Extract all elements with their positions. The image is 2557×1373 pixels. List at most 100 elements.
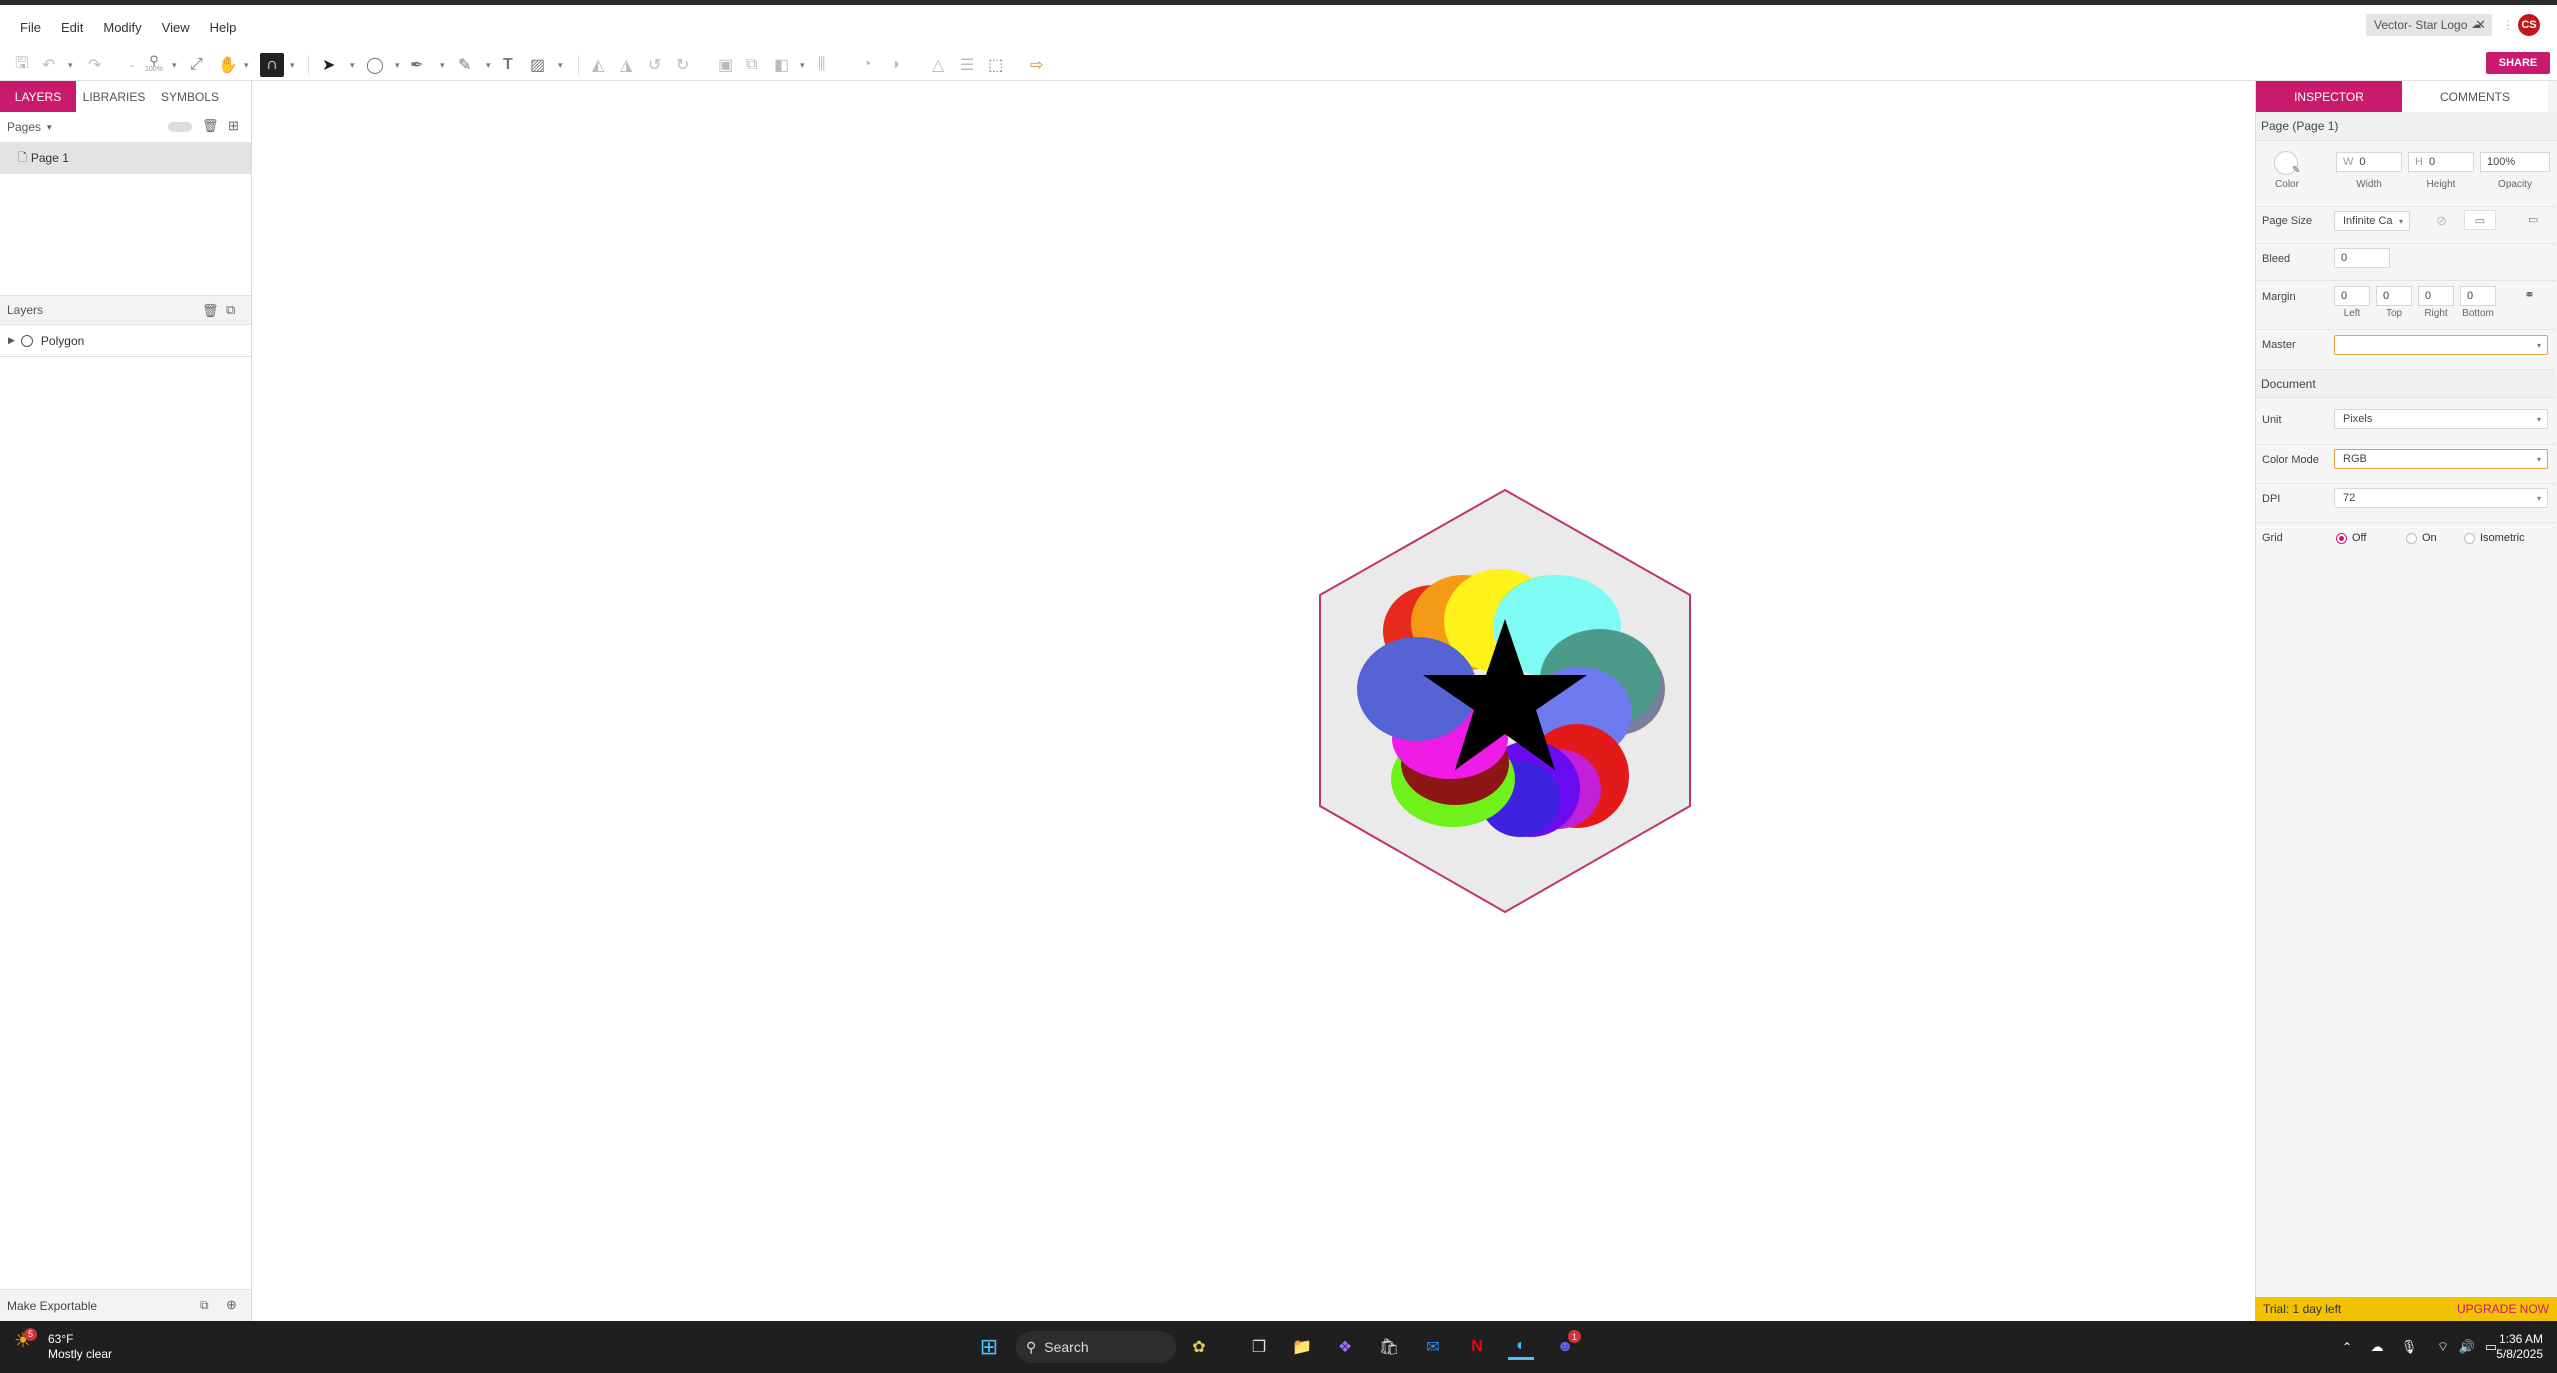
upgrade-link[interactable]: UPGRADE NOW [2457,1302,2549,1316]
wifi-icon[interactable]: ⌔ [2430,1334,2456,1360]
task-view-icon[interactable]: ❐ [1246,1334,1272,1360]
menu-edit[interactable]: Edit [61,20,83,35]
text-tool-icon[interactable]: T [503,53,513,77]
eyedropper-icon[interactable]: ✎ [2292,165,2300,176]
menu-view[interactable]: View [162,20,190,35]
distribute-icon[interactable]: ☰ [960,53,974,77]
file-explorer-icon[interactable]: 📁 [1289,1334,1315,1360]
group-icon[interactable]: ▣ [718,53,733,77]
chevron-down-icon[interactable]: ▾ [47,122,52,133]
zoom-control[interactable]: ⚲ 100% [145,53,163,77]
add-export-icon[interactable]: ⊕ [226,1297,237,1313]
mask-icon[interactable]: ◔ [862,53,872,77]
widget-icon[interactable]: ✿ [1186,1334,1212,1360]
redo-icon[interactable]: ↷ [88,53,101,77]
delete-layer-icon[interactable]: 🗑 [202,303,219,319]
tab-layers[interactable]: LAYERS [0,81,76,112]
make-exportable-label[interactable]: Make Exportable [7,1299,97,1313]
volume-icon[interactable]: 🔊 [2454,1334,2480,1360]
export-slice-icon[interactable]: ⧉ [200,1298,209,1313]
arrange-icon[interactable]: ◧ [774,53,789,77]
align-icon[interactable]: ⫼ [818,53,825,77]
add-layer-icon[interactable]: ⧉ [226,302,235,318]
chevron-down-icon[interactable]: ▾ [800,53,805,77]
canvas[interactable] [252,81,2255,1321]
chevron-down-icon[interactable]: ▾ [395,53,400,77]
margin-bottom-field[interactable]: 0 [2460,286,2496,306]
toggle-switch[interactable] [168,122,192,132]
document-tab[interactable]: Vector- Star Logo ☁ ✕ [2366,14,2492,36]
edge-browser-icon[interactable]: ◐ [1508,1334,1534,1360]
orientation-icon[interactable]: ⊘ [2436,213,2447,229]
add-page-icon[interactable]: ⊞ [228,118,239,134]
grid-off-radio[interactable] [2336,533,2347,544]
microsoft-store-icon[interactable]: 🛍 [1376,1334,1402,1360]
windows-start-icon[interactable]: ⊞ [976,1334,1002,1360]
page-item[interactable]: 🗋 Page 1 [0,142,251,174]
delete-page-icon[interactable]: 🗑 [202,118,219,134]
chevron-up-icon[interactable]: ⌃ [2334,1334,2360,1360]
layer-item[interactable]: ▶ Polygon [0,325,251,357]
master-select[interactable]: ▾ [2334,335,2548,355]
page-size-select[interactable]: Infinite Ca ▾ [2334,211,2410,231]
taskbar-search[interactable]: ⚲ Search [1016,1331,1176,1363]
fit-icon[interactable]: ▭ [2528,213,2538,226]
grid-on-radio[interactable] [2406,533,2417,544]
margin-left-field[interactable]: 0 [2334,286,2370,306]
chevron-down-icon[interactable]: ▾ [68,53,73,77]
margin-right-field[interactable]: 0 [2418,286,2454,306]
pointer-tool-icon[interactable]: ➤ [322,53,335,77]
rotate-left-icon[interactable]: ↺ [648,53,661,77]
discord-icon[interactable]: ☻ 1 [1552,1330,1581,1360]
menu-file[interactable]: File [20,20,41,35]
onedrive-icon[interactable]: ☁ [2364,1334,2390,1360]
hand-tool-icon[interactable]: ✋ [218,53,238,77]
height-field[interactable]: H0 [2408,152,2474,172]
crop-icon[interactable]: ⬚ [988,53,1003,77]
color-mode-select[interactable]: RGB ▾ [2334,449,2548,469]
zoom-minus-icon[interactable]: - [130,53,134,77]
grid-isometric-radio[interactable] [2464,533,2475,544]
flip-horizontal-icon[interactable]: ◭ [592,53,604,77]
menu-help[interactable]: Help [210,20,237,35]
ungroup-icon[interactable]: ⧉ [746,53,757,77]
bleed-field[interactable]: 0 [2334,248,2390,268]
chevron-down-icon[interactable]: ▾ [350,53,355,77]
shape-tool-icon[interactable]: ◯ [366,53,384,77]
landscape-icon[interactable]: ▭ [2464,210,2496,230]
close-icon[interactable]: ✕ [2475,17,2486,33]
tab-inspector[interactable]: INSPECTOR [2256,81,2402,112]
netflix-icon[interactable]: N [1464,1334,1490,1360]
margin-top-field[interactable]: 0 [2376,286,2412,306]
unit-select[interactable]: Pixels ▾ [2334,409,2548,429]
outlook-icon[interactable]: ✉ [1420,1334,1446,1360]
fit-screen-icon[interactable]: ⤢ [190,53,203,77]
chevron-down-icon[interactable]: ▾ [440,53,445,77]
microphone-icon[interactable]: 🎙 [2396,1334,2422,1360]
share-button[interactable]: SHARE [2486,52,2550,74]
weather-widget[interactable]: ☀ 5 63°F Mostly clear [14,1328,112,1362]
path-icon[interactable]: △ [932,53,944,77]
opacity-field[interactable]: 100% [2480,152,2550,172]
width-field[interactable]: W0 [2336,152,2402,172]
avatar[interactable]: CS [2518,14,2540,36]
undo-icon[interactable]: ↶ [42,53,55,77]
pencil-tool-icon[interactable]: ✎ [458,53,471,77]
dpi-select[interactable]: 72 ▾ [2334,488,2548,508]
more-icon[interactable]: ⋮ [2502,18,2514,32]
system-clock[interactable]: 1:36 AM 5/8/2025 [2496,1332,2543,1362]
pen-tool-icon[interactable]: ✒ [410,53,423,77]
boolean-icon[interactable]: ◑ [890,53,900,77]
tab-symbols[interactable]: SYMBOLS [152,81,228,112]
flip-vertical-icon[interactable]: ◮ [620,53,632,77]
export-icon[interactable]: ⇨ [1030,53,1043,77]
chevron-down-icon[interactable]: ▾ [290,53,295,77]
chevron-down-icon[interactable]: ▾ [486,53,491,77]
menu-modify[interactable]: Modify [103,20,141,35]
tab-libraries[interactable]: LIBRARIES [76,81,152,112]
snap-magnet-icon[interactable]: ∩ [260,53,284,77]
image-tool-icon[interactable]: ▨ [530,53,545,77]
tab-comments[interactable]: COMMENTS [2402,81,2548,112]
chevron-down-icon[interactable]: ▾ [172,53,177,77]
rotate-right-icon[interactable]: ↻ [676,53,689,77]
